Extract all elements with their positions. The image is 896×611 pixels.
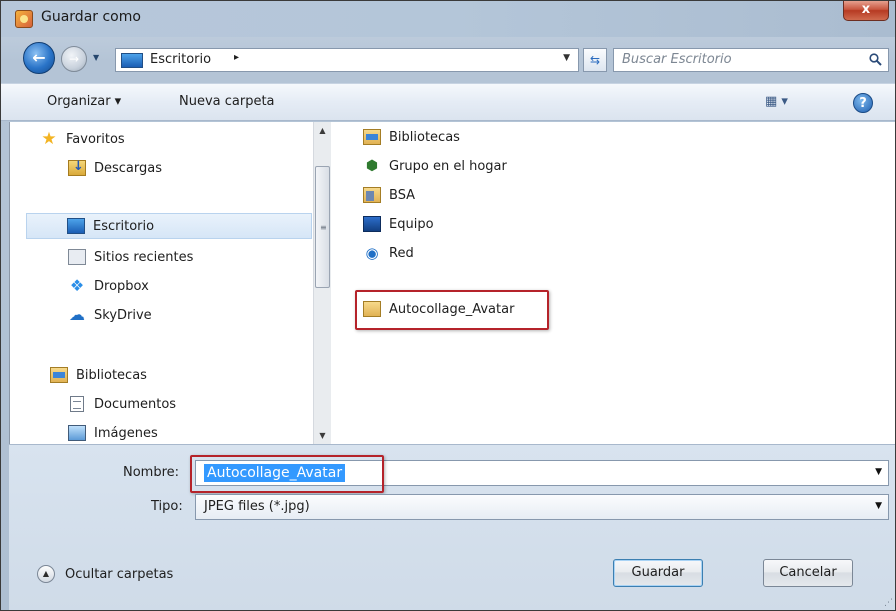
sidebar-header-libraries[interactable]: Bibliotecas [50,362,147,388]
list-item-label: Grupo en el hogar [389,158,507,174]
breadcrumb-separator[interactable]: ▸ [234,52,239,63]
filename-label: Nombre: [123,465,180,480]
libraries-icon [50,367,68,383]
dropbox-icon: ❖ [69,276,85,295]
title-bar: Guardar como x [1,1,895,37]
filetype-value: JPEG files (*.jpg) [204,499,310,514]
sidebar-item-label: SkyDrive [94,307,152,323]
highlight-annotation [190,455,384,493]
address-bar[interactable]: Escritorio ▸ ▼ [115,48,579,72]
refresh-button[interactable]: ⇆ [583,48,607,72]
cancel-button[interactable]: Cancelar [763,559,853,587]
list-item-grupo-en-el-hogar[interactable]: ⬢ Grupo en el hogar [363,154,507,178]
forward-button[interactable]: → [61,46,87,72]
libraries-icon [363,129,381,145]
images-icon [68,425,86,441]
sidebar-item-label: Imágenes [94,425,158,441]
save-as-dialog: Guardar como x ← → ▼ Escritorio ▸ ▼ ⇆ Bu… [0,0,896,611]
address-row: ← → ▼ Escritorio ▸ ▼ ⇆ Buscar Escritorio [1,39,895,79]
star-icon: ★ [41,129,57,149]
sidebar-item-escritorio[interactable]: Escritorio [26,213,312,239]
sidebar-item-descargas[interactable]: Descargas [68,155,162,181]
sidebar-item-dropbox[interactable]: ❖ Dropbox [68,273,149,299]
list-item-label: Red [389,245,414,261]
resize-grip-icon[interactable]: ⋰ [884,598,893,608]
desktop-icon [121,53,143,68]
window-title: Guardar como [41,9,141,25]
sidebar-item-label: Favoritos [66,131,125,147]
search-icon[interactable] [869,53,882,66]
sidebar-item-label: Dropbox [94,278,149,294]
list-item-label: Autocollage_Avatar [389,301,515,317]
new-folder-button[interactable]: Nueva carpeta [179,94,275,109]
network-icon: ◉ [365,244,379,262]
sidebar-item-label: Escritorio [93,218,155,234]
scrollbar-thumb[interactable]: ≡ [315,166,330,288]
sidebar-item-sitios-recientes[interactable]: Sitios recientes [68,244,193,270]
address-location[interactable]: Escritorio [150,52,211,67]
navigation-scrollbar[interactable]: ▲ ≡ ▼ [313,122,331,444]
list-item-equipo[interactable]: Equipo [363,212,434,236]
back-button[interactable]: ← [23,42,55,74]
file-list: Bibliotecas ⬢ Grupo en el hogar BSA Equi… [331,122,895,444]
computer-icon [363,216,381,232]
hide-folders-toggle[interactable]: ▲ Ocultar carpetas [37,565,173,583]
filetype-dropdown-icon[interactable]: ▼ [875,501,882,511]
address-dropdown-icon[interactable]: ▼ [563,53,570,63]
app-icon [15,10,33,28]
filetype-label: Tipo: [151,499,183,514]
sidebar-item-label: Documentos [94,396,177,412]
list-item-label: Bibliotecas [389,129,460,145]
close-button[interactable]: x [843,1,889,21]
search-placeholder: Buscar Escritorio [622,52,732,67]
list-item-bibliotecas[interactable]: Bibliotecas [363,125,460,149]
save-form: Nombre: Autocollage_Avatar ▼ Tipo: JPEG … [9,444,895,610]
documents-icon [70,396,84,412]
folder-icon [363,301,381,317]
skydrive-icon: ☁ [69,305,85,324]
command-toolbar: Organizar ▾ Nueva carpeta ▦ ▾ ? [1,83,895,121]
list-item-bsa[interactable]: BSA [363,183,415,207]
hide-folders-label[interactable]: Ocultar carpetas [65,567,173,582]
scroll-up-arrow-icon[interactable]: ▲ [314,122,331,139]
sidebar-item-documentos[interactable]: Documentos [68,391,176,417]
recent-places-icon [68,249,86,265]
navigation-pane: ★ Favoritos Descargas Escritorio Sitios … [9,122,313,444]
sidebar-header-favorites[interactable]: ★ Favoritos [40,126,125,152]
sidebar-item-label: Descargas [94,160,163,176]
list-item-red[interactable]: ◉ Red [363,241,414,265]
save-button[interactable]: Guardar [613,559,703,587]
sidebar-item-imagenes[interactable]: Imágenes [68,420,158,446]
organize-menu[interactable]: Organizar ▾ [47,94,121,109]
filename-dropdown-icon[interactable]: ▼ [875,467,882,477]
change-view-button[interactable]: ▦ ▾ [765,94,788,109]
user-folder-icon [363,187,381,203]
desktop-icon [67,218,85,234]
sidebar-item-skydrive[interactable]: ☁ SkyDrive [68,302,152,328]
recent-locations-dropdown[interactable]: ▼ [93,53,103,63]
filetype-select[interactable]: JPEG files (*.jpg) ▼ [195,494,889,520]
search-input[interactable]: Buscar Escritorio [613,48,889,72]
chevron-up-icon[interactable]: ▲ [37,565,55,583]
list-item-label: Equipo [389,216,434,232]
scroll-down-arrow-icon[interactable]: ▼ [314,427,331,444]
list-item-autocollage-avatar[interactable]: Autocollage_Avatar [363,297,514,321]
grip-icon: ≡ [320,223,327,232]
homegroup-icon: ⬢ [365,158,379,174]
downloads-icon [68,159,86,176]
sidebar-item-label: Sitios recientes [94,249,194,265]
help-icon[interactable]: ? [853,93,873,113]
sidebar-item-label: Bibliotecas [76,367,147,383]
list-item-label: BSA [389,187,416,203]
